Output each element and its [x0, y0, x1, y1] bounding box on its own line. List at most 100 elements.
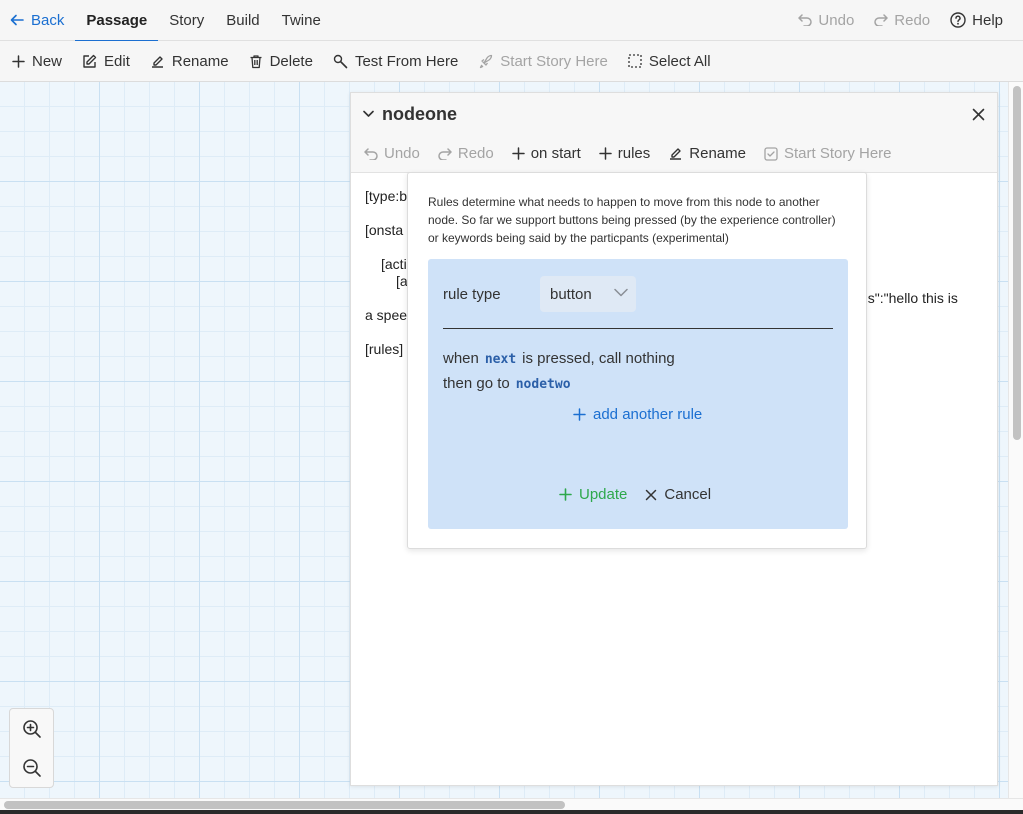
zoom-out-button[interactable] — [10, 748, 53, 787]
rule-type-value: button — [550, 285, 592, 303]
collapse-chevron-icon[interactable] — [363, 110, 374, 118]
dialog-start-story-here-label: Start Story Here — [783, 145, 892, 162]
close-icon — [646, 489, 657, 500]
tab-story[interactable]: Story — [158, 0, 215, 41]
select-all-button[interactable]: Select All — [618, 41, 721, 82]
top-nav: Back Passage Story Build Twine Undo Redo… — [0, 0, 1023, 42]
dialog-redo-label: Redo — [457, 145, 494, 162]
horizontal-scroll-thumb[interactable] — [4, 801, 565, 809]
zoom-in-button[interactable] — [10, 709, 53, 748]
undo-button[interactable]: Undo — [788, 0, 864, 41]
tab-build[interactable]: Build — [215, 0, 270, 41]
start-story-here-button[interactable]: Start Story Here — [468, 41, 618, 82]
history-controls: Undo Redo Help — [788, 0, 1023, 41]
rule-actions: Update Cancel — [559, 486, 711, 503]
back-label: Back — [31, 11, 65, 29]
rename-button[interactable]: Rename — [140, 41, 239, 82]
passage-line: [rules] — [365, 341, 404, 357]
passage-toolbar: New Edit Rename Delete Test From Here St… — [0, 41, 1023, 82]
vertical-scrollbar[interactable] — [1008, 82, 1023, 798]
rename-label: Rename — [171, 52, 229, 70]
tab-passage[interactable]: Passage — [75, 0, 159, 42]
passage-line: [acti — [381, 256, 407, 272]
on-start-button[interactable]: on start — [503, 135, 590, 173]
redo-button[interactable]: Redo — [864, 0, 940, 41]
rule-editor-panel: rule type button when next is pressed, cal… — [428, 259, 848, 529]
dialog-header: nodeone — [351, 93, 997, 135]
passage-line: ds":"hello this is — [860, 290, 958, 306]
new-button[interactable]: New — [2, 41, 72, 82]
horizontal-scrollbar[interactable] — [0, 798, 1023, 810]
zoom-controls — [9, 708, 54, 788]
tab-twine[interactable]: Twine — [271, 0, 332, 41]
button-name[interactable]: next — [485, 352, 516, 367]
dialog-undo-label: Undo — [384, 145, 420, 162]
rocket-icon — [480, 54, 493, 68]
select-all-label: Select All — [648, 52, 711, 70]
on-start-label: on start — [530, 145, 581, 162]
edit-button[interactable]: Edit — [72, 41, 140, 82]
dialog-toolbar: Undo Redo on start rules Rename Start St… — [351, 135, 997, 173]
passage-line: [onsta — [365, 222, 404, 238]
tab-twine-label: Twine — [281, 11, 321, 29]
dialog-redo-button[interactable]: Redo — [429, 135, 503, 173]
dialog-undo-button[interactable]: Undo — [355, 135, 429, 173]
help-icon — [950, 12, 966, 28]
redo-icon — [874, 14, 889, 26]
rule-type-select[interactable]: button — [540, 276, 636, 312]
rules-label: rules — [617, 145, 651, 162]
zoom-out-icon — [22, 758, 41, 777]
delete-button[interactable]: Delete — [239, 41, 323, 82]
rules-button[interactable]: rules — [590, 135, 660, 173]
when-suffix: is pressed, call nothing — [522, 350, 675, 367]
dialog-start-story-here-button[interactable]: Start Story Here — [755, 135, 901, 173]
vertical-scroll-thumb[interactable] — [1013, 86, 1021, 440]
plus-icon — [511, 147, 525, 160]
dialog-rename-button[interactable]: Rename — [659, 135, 755, 173]
update-button[interactable]: Update — [559, 486, 627, 503]
window-edge — [0, 810, 1023, 814]
cancel-label: Cancel — [664, 486, 712, 503]
edit-icon — [83, 54, 97, 68]
checkbox-icon — [764, 146, 778, 161]
passage-line: [type:b — [365, 188, 408, 204]
undo-label: Undo — [818, 11, 855, 29]
arrow-left-icon — [10, 14, 24, 26]
rule-condition: when next is pressed, call nothing — [443, 350, 675, 367]
trash-icon — [250, 54, 262, 68]
delete-label: Delete — [269, 52, 313, 70]
help-button[interactable]: Help — [940, 0, 1013, 41]
when-prefix: when — [443, 350, 479, 367]
test-from-here-label: Test From Here — [354, 52, 459, 70]
chevron-down-icon — [614, 288, 628, 297]
update-label: Update — [579, 486, 628, 503]
close-icon — [972, 108, 985, 120]
rule-divider — [443, 328, 833, 329]
tab-build-label: Build — [226, 11, 260, 29]
then-prefix: then go to — [443, 375, 510, 392]
dialog-title: nodeone — [382, 103, 457, 124]
add-another-rule-button[interactable]: add another rule — [573, 406, 702, 423]
passage-line: [a — [396, 273, 408, 289]
start-story-here-label: Start Story Here — [500, 52, 608, 70]
wrench-icon — [333, 54, 348, 68]
rename-icon — [670, 148, 682, 160]
undo-icon — [364, 147, 378, 160]
back-button[interactable]: Back — [0, 0, 75, 41]
tab-passage-label: Passage — [86, 11, 148, 29]
close-dialog-button[interactable] — [972, 108, 985, 121]
new-label: New — [32, 52, 63, 70]
rules-description: Rules determine what needs to happen to … — [428, 195, 836, 245]
test-from-here-button[interactable]: Test From Here — [323, 41, 468, 82]
undo-icon — [798, 14, 813, 26]
cancel-button[interactable]: Cancel — [645, 486, 711, 503]
plus-icon — [559, 488, 572, 501]
rule-target: then go to nodetwo — [443, 375, 577, 392]
redo-icon — [438, 147, 452, 160]
zoom-in-icon — [22, 719, 41, 738]
select-all-icon — [628, 54, 642, 68]
plus-icon — [573, 408, 586, 421]
target-node[interactable]: nodetwo — [516, 377, 571, 392]
redo-label: Redo — [894, 11, 931, 29]
passage-line: a spee — [365, 307, 408, 323]
